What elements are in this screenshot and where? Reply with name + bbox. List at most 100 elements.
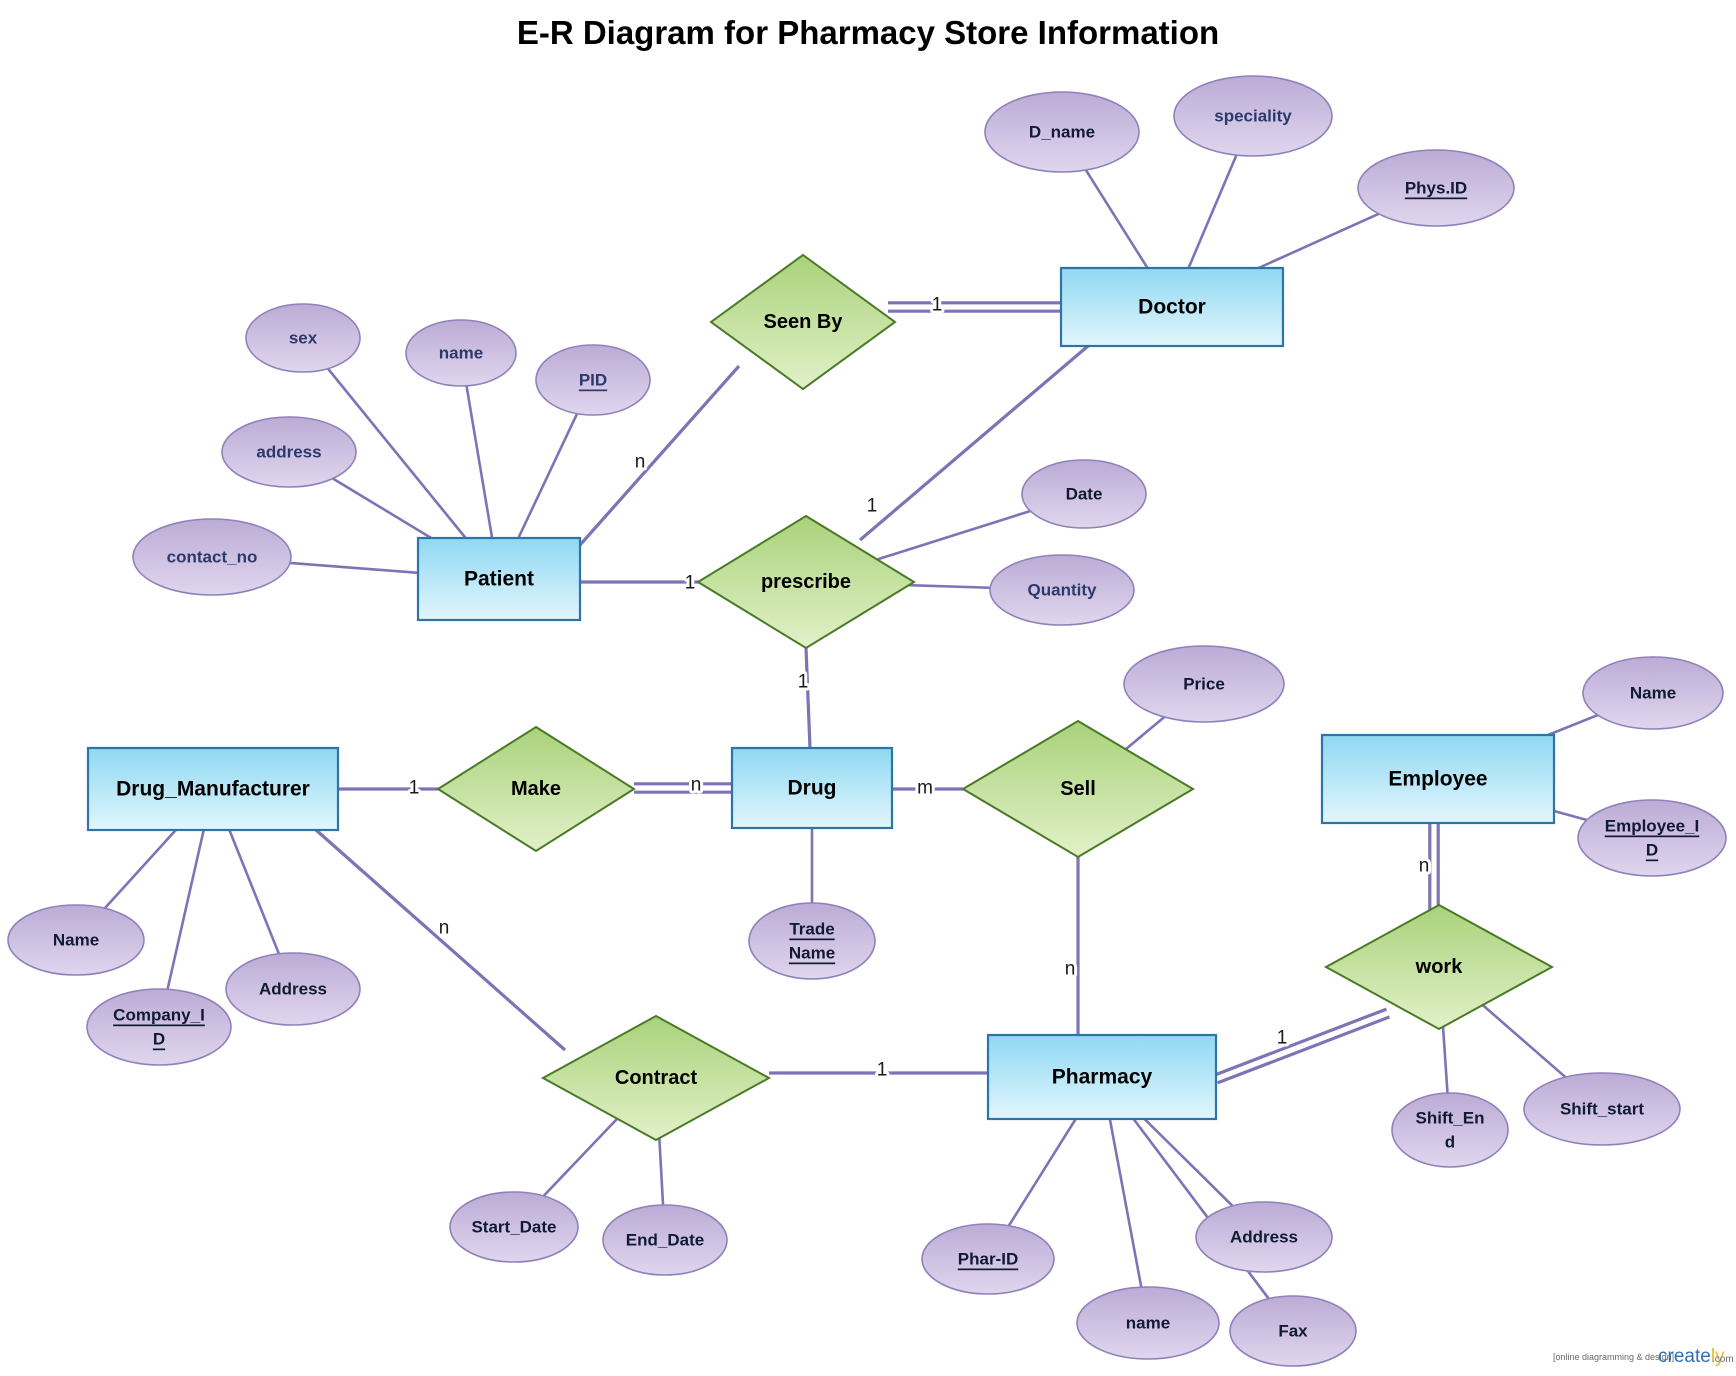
attribute-label: speciality (1214, 107, 1292, 126)
connection-c-pid-patient (517, 413, 579, 539)
cardinality-c-employee-work: n (1419, 856, 1430, 877)
entity-drug_manufacturer[interactable]: Drug_Manufacturer (86, 746, 340, 832)
diagram-shapes: Seen By prescribe Make Sell work Contract Pati… (7, 75, 1727, 1367)
connection-c-dmaddress-dm (228, 829, 281, 955)
attribute-label: Date (1066, 485, 1103, 504)
connection-c-make-drug (634, 782, 732, 794)
attribute-label: Company_I (113, 1006, 205, 1025)
connection-c-dname-doctor (1084, 169, 1149, 269)
attribute-label: End_Date (626, 1231, 704, 1250)
attribute-label: PID (579, 371, 607, 390)
attribute-label: Name (789, 944, 835, 963)
attribute-prescribe_quantity[interactable]: Quantity (989, 554, 1135, 626)
cardinality-c-patient-seenby: n (635, 452, 646, 473)
attribute-patient_pid[interactable]: PID (535, 344, 651, 416)
relationship-label: work (1415, 956, 1464, 978)
attribute-contract_end_date[interactable]: End_Date (602, 1204, 728, 1276)
connection-c-empid-employee (1553, 809, 1588, 822)
entity-label: Drug (788, 777, 837, 800)
page-title: E-R Diagram for Pharmacy Store Informati… (517, 14, 1219, 51)
relationship-contract[interactable]: Contract (540, 1014, 772, 1142)
connection-c-pharmacy-work (1213, 1007, 1391, 1085)
attribute-label: Fax (1278, 1322, 1308, 1341)
connection-c-shiftend-work (1441, 1026, 1449, 1094)
connection-c-name-patient (465, 385, 494, 539)
attribute-label: Phys.ID (1405, 179, 1467, 198)
attribute-pharmacy_name[interactable]: name (1076, 1286, 1220, 1360)
entity-pharmacy[interactable]: Pharmacy (986, 1033, 1218, 1121)
attribute-label: Name (53, 931, 99, 950)
attribute-dm_company_id[interactable]: Company_I D (86, 988, 232, 1066)
attribute-patient_sex[interactable]: sex (245, 303, 361, 373)
relationship-sell[interactable]: Sell (961, 719, 1195, 859)
watermark-suffix: .com (1712, 1354, 1734, 1365)
connection-c-pharid-pharmacy (1007, 1118, 1077, 1227)
attribute-label: Address (1230, 1228, 1298, 1247)
attribute-label: D (1646, 841, 1658, 860)
attribute-work_shift_start[interactable]: Shift_start (1523, 1072, 1681, 1146)
connection-c-price-sell (1124, 716, 1166, 751)
attribute-employee_id[interactable]: Employee_I D (1577, 799, 1727, 877)
connection-c-startdate-contract (542, 1117, 619, 1197)
connection-c-enddate-contract (658, 1138, 665, 1206)
attribute-patient_address[interactable]: address (221, 416, 357, 488)
attribute-employee_name[interactable]: Name (1582, 656, 1724, 730)
attribute-label: Name (1630, 684, 1676, 703)
attribute-pharmacy_fax[interactable]: Fax (1229, 1295, 1357, 1367)
attribute-pharmacy_address[interactable]: Address (1195, 1201, 1333, 1273)
attribute-patient_name[interactable]: name (405, 319, 517, 387)
connection-c-contact-patient (289, 561, 419, 575)
relationship-make[interactable]: Make (436, 725, 636, 853)
entity-label: Employee (1388, 768, 1487, 791)
attribute-pharmacy_phar_id[interactable]: Phar-ID (921, 1223, 1055, 1295)
attribute-label: Trade (789, 920, 834, 939)
connection-c-pharname-pharmacy (1108, 1118, 1143, 1288)
attribute-dm_name[interactable]: Name (7, 904, 145, 976)
cardinality-c-doctor-prescribe: 1 (867, 496, 878, 517)
connection-c-speciality-doctor (1187, 154, 1238, 269)
attribute-patient_contact_no[interactable]: contact_no (132, 518, 292, 596)
attribute-label: D (153, 1030, 165, 1049)
attribute-label: address (256, 443, 321, 462)
attribute-prescribe_date[interactable]: Date (1021, 459, 1147, 529)
attribute-drug_trade_name[interactable]: Trade Name (748, 902, 876, 980)
attribute-doctor_d_name[interactable]: D_name (984, 91, 1140, 173)
entity-label: Patient (464, 568, 534, 591)
cardinality-c-contract-pharmacy: 1 (877, 1060, 888, 1081)
attribute-label: d (1445, 1133, 1455, 1152)
entity-doctor[interactable]: Doctor (1059, 266, 1285, 348)
watermark-tagline: [online diagramming & design] (1553, 1352, 1674, 1362)
attribute-dm_address[interactable]: Address (225, 952, 361, 1026)
attribute-work_shift_end[interactable]: Shift_End (1391, 1092, 1509, 1168)
relationship-label: Seen By (764, 311, 844, 333)
relationship-prescribe[interactable]: prescribe (696, 514, 916, 650)
entity-employee[interactable]: Employee (1320, 733, 1556, 825)
connection-c-quantity-prescribe (908, 583, 991, 590)
connection-c-employee-work (1428, 823, 1440, 917)
attribute-doctor_phys_id[interactable]: Phys.ID (1357, 149, 1515, 227)
connection-c-seenby-doctor (888, 301, 1061, 313)
entity-drug[interactable]: Drug (730, 746, 894, 830)
attribute-label: Quantity (1028, 581, 1097, 600)
attribute-label: D_name (1029, 123, 1095, 142)
attribute-label: Price (1183, 675, 1225, 694)
er-diagram-canvas: E-R Diagram for Pharmacy Store Informati… (0, 0, 1736, 1376)
attribute-sell_price[interactable]: Price (1123, 645, 1285, 723)
attribute-label: Shift_En (1416, 1109, 1485, 1128)
relationship-seen_by[interactable]: Seen By (709, 253, 897, 391)
attribute-label: contact_no (167, 548, 258, 567)
entity-patient[interactable]: Patient (416, 536, 582, 622)
attribute-label: Phar-ID (958, 1250, 1018, 1269)
connection-c-date-prescribe (876, 509, 1031, 561)
cardinality-c-seenby-doctor: 1 (932, 295, 943, 316)
cardinality-c-pharmacy-work: 1 (1277, 1028, 1288, 1049)
attribute-contract_start_date[interactable]: Start_Date (449, 1191, 579, 1263)
connection-c-address-patient (332, 477, 432, 540)
er-diagram-svg: E-R Diagram for Pharmacy Store Informati… (7, 14, 1734, 1367)
attribute-doctor_speciality[interactable]: speciality (1173, 75, 1333, 157)
cardinality-c-make-drug: n (691, 775, 702, 796)
cardinality-c-sell-pharmacy: n (1065, 959, 1076, 980)
relationship-work[interactable]: work (1323, 903, 1555, 1031)
cardinality-c-prescribe-drug: 1 (798, 672, 809, 693)
relationship-label: Sell (1060, 778, 1096, 800)
